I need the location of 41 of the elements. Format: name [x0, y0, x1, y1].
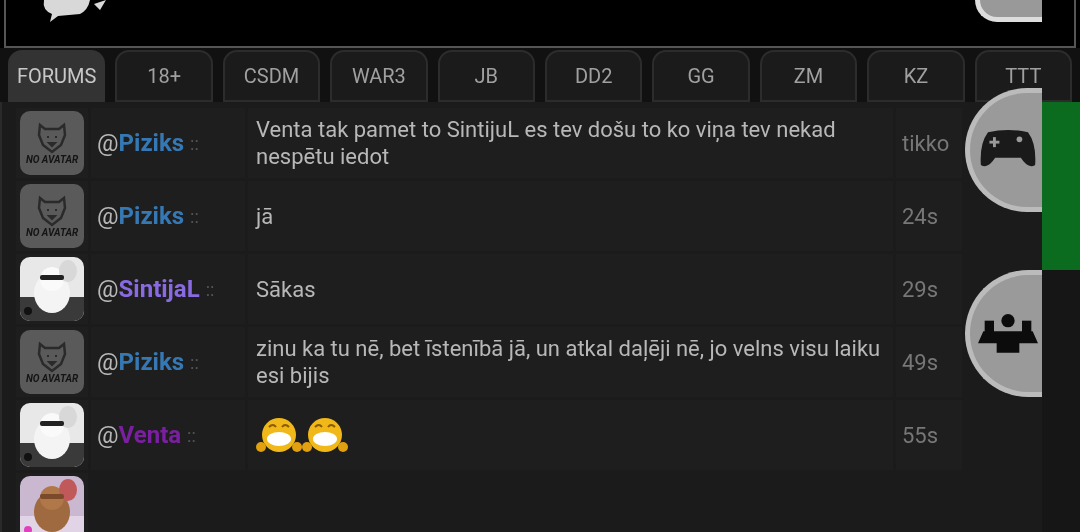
user-name[interactable]: SintijaL — [118, 271, 200, 307]
forum-tab[interactable]: JB — [437, 50, 535, 102]
no-avatar-label: NO AVATAR — [25, 228, 79, 238]
message-text: zinu ka tu nē, bet īstenībā jā, un atkal daļēji nē, jo velns visu laiku esi bijis — [256, 335, 882, 389]
forum-tab[interactable]: WAR3 — [330, 50, 428, 102]
people-icon — [978, 313, 1038, 354]
message-time: tikko — [902, 129, 950, 158]
laughing-emoji-icon — [256, 415, 302, 455]
at-sign: @ — [97, 420, 119, 451]
message-time: 49s — [902, 348, 939, 377]
forum-tab[interactable]: CSDM — [222, 50, 321, 102]
forum-tab[interactable]: KZ — [867, 50, 965, 102]
message-text: Venta tak pamet to SintijuL es tev došu to ko viņa tev nekad nespētu iedot — [256, 116, 837, 170]
at-sign: @ — [97, 274, 119, 305]
separator: :: — [190, 131, 199, 156]
forum-tab[interactable]: DD2 — [545, 50, 643, 102]
at-sign: @ — [97, 201, 119, 232]
message-time: 29s — [902, 275, 939, 304]
message-text: Sākas — [256, 275, 316, 303]
user-name[interactable]: Piziks — [118, 198, 185, 234]
separator: :: — [187, 423, 196, 448]
forum-tab[interactable]: TTT — [974, 50, 1073, 102]
top-floating-button[interactable] — [975, 0, 1042, 22]
message-time: 55s — [902, 421, 939, 450]
separator: :: — [190, 204, 199, 229]
separator: :: — [205, 277, 215, 302]
forum-tab[interactable]: ZM — [759, 50, 858, 102]
at-sign: @ — [97, 128, 119, 159]
no-avatar-label: NO AVATAR — [25, 374, 79, 384]
forum-tab[interactable]: FORUMS — [8, 50, 106, 102]
separator: :: — [190, 350, 199, 375]
laughing-emoji-icon — [302, 415, 348, 455]
user-name[interactable]: Piziks — [118, 125, 185, 161]
no-avatar-label: NO AVATAR — [25, 155, 79, 165]
user-name[interactable]: Piziks — [118, 344, 185, 380]
message-time: 24s — [902, 202, 939, 231]
forum-tab[interactable]: 18+ — [115, 50, 213, 102]
scrollbar-thumb[interactable] — [1042, 102, 1080, 270]
message-text: jā — [256, 202, 274, 230]
forum-tab[interactable]: GG — [652, 50, 750, 102]
at-sign: @ — [97, 347, 119, 378]
